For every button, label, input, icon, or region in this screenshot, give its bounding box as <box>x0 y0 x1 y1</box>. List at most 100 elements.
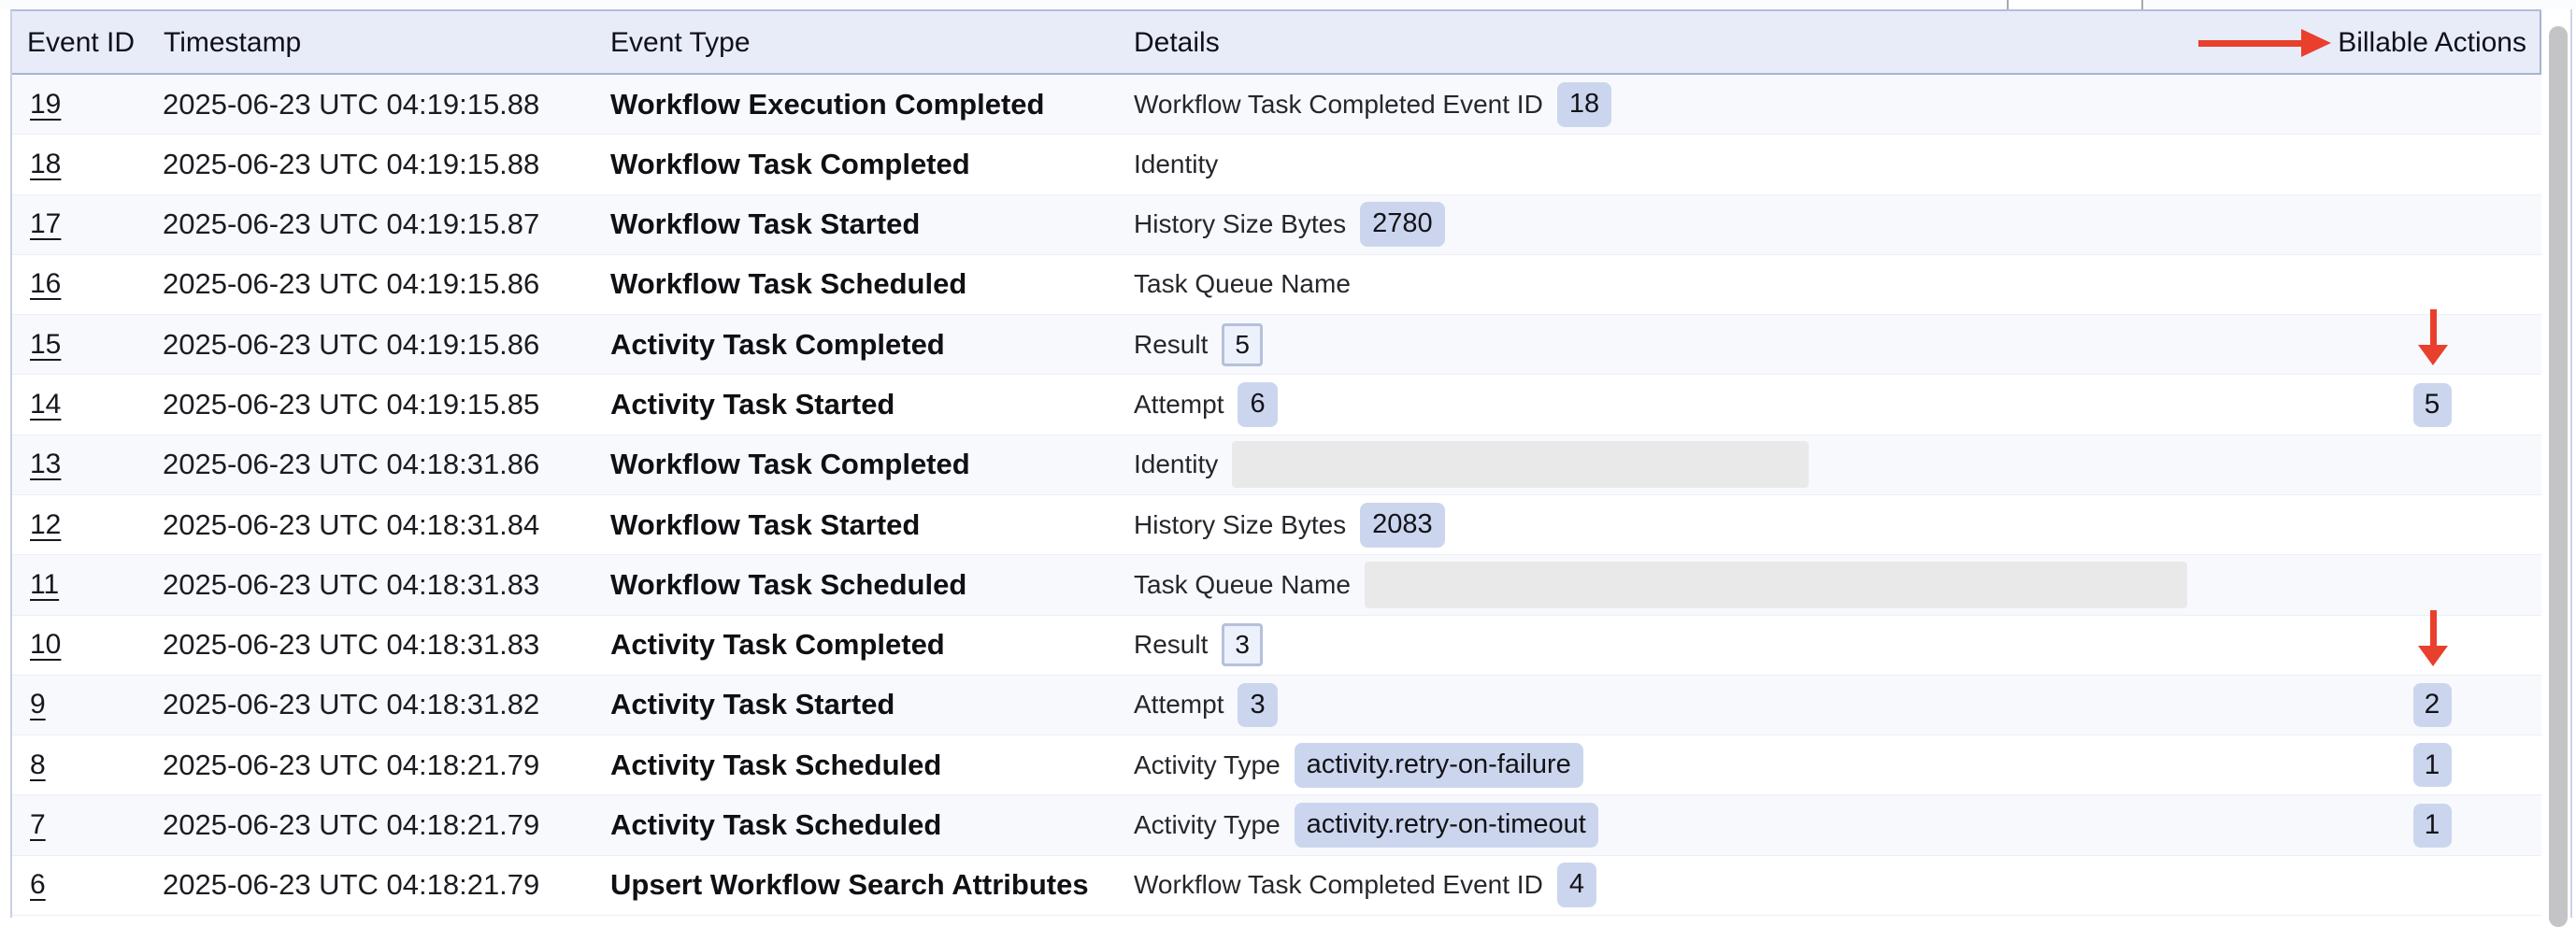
detail-label: Activity Type <box>1134 750 1281 780</box>
table-row[interactable]: 12 2025-06-23 UTC 04:18:31.84 Workflow T… <box>12 495 2541 555</box>
table-row[interactable]: 17 2025-06-23 UTC 04:19:15.87 Workflow T… <box>12 195 2541 255</box>
event-type-text: Activity Task Scheduled <box>610 808 941 842</box>
detail-value-badge: 2780 <box>1360 202 1445 247</box>
event-id-link[interactable]: 9 <box>30 689 46 720</box>
event-id-link[interactable]: 12 <box>30 509 61 541</box>
event-type-text: Workflow Task Started <box>610 508 920 542</box>
timestamp-text: 2025-06-23 UTC 04:19:15.87 <box>163 207 539 241</box>
event-id-link[interactable]: 11 <box>30 569 59 601</box>
detail-label: Attempt <box>1134 690 1224 720</box>
table-row[interactable]: 11 2025-06-23 UTC 04:18:31.83 Workflow T… <box>12 555 2541 615</box>
timestamp-text: 2025-06-23 UTC 04:18:31.83 <box>163 628 539 662</box>
event-id-link[interactable]: 8 <box>30 749 46 781</box>
event-id-link[interactable]: 17 <box>30 208 61 240</box>
event-id-link[interactable]: 15 <box>30 329 61 361</box>
detail-label: Attempt <box>1134 390 1224 420</box>
table-row[interactable]: 9 2025-06-23 UTC 04:18:31.82 Activity Ta… <box>12 676 2541 735</box>
event-history-table: Event ID Timestamp Event Type Details Bi… <box>10 9 2541 918</box>
timestamp-text: 2025-06-23 UTC 04:19:15.88 <box>163 148 539 181</box>
detail-label: Task Queue Name <box>1134 570 1351 600</box>
timestamp-text: 2025-06-23 UTC 04:18:31.86 <box>163 448 539 481</box>
detail-result-badge: 3 <box>1222 623 1263 666</box>
timestamp-text: 2025-06-23 UTC 04:18:31.83 <box>163 568 539 602</box>
column-header-event-id: Event ID <box>27 11 135 75</box>
timestamp-text: 2025-06-23 UTC 04:18:31.84 <box>163 508 539 542</box>
event-id-link[interactable]: 18 <box>30 149 61 180</box>
event-type-text: Workflow Task Scheduled <box>610 267 966 301</box>
table-body: 19 2025-06-23 UTC 04:19:15.88 Workflow E… <box>12 75 2541 916</box>
detail-label: History Size Bytes <box>1134 209 1346 239</box>
detail-label: Result <box>1134 330 1208 360</box>
event-type-text: Workflow Task Scheduled <box>610 568 966 602</box>
event-type-text: Activity Task Scheduled <box>610 749 941 782</box>
event-id-link[interactable]: 10 <box>30 629 61 661</box>
timestamp-text: 2025-06-23 UTC 04:19:15.86 <box>163 328 539 362</box>
detail-result-badge: 5 <box>1222 323 1263 366</box>
event-id-link[interactable]: 6 <box>30 869 46 901</box>
detail-label: Identity <box>1134 449 1218 479</box>
redacted-value-block <box>1365 562 2187 608</box>
event-type-text: Activity Task Started <box>610 388 894 421</box>
event-type-text: Workflow Task Started <box>610 207 920 241</box>
timestamp-text: 2025-06-23 UTC 04:19:15.86 <box>163 267 539 301</box>
timestamp-text: 2025-06-23 UTC 04:18:21.79 <box>163 808 539 842</box>
event-type-text: Activity Task Started <box>610 688 894 721</box>
detail-label: Workflow Task Completed Event ID <box>1134 870 1543 900</box>
timestamp-text: 2025-06-23 UTC 04:18:21.79 <box>163 749 539 782</box>
detail-label: Activity Type <box>1134 810 1281 840</box>
redacted-value-block <box>1232 441 1809 488</box>
detail-label: History Size Bytes <box>1134 510 1346 540</box>
timestamp-text: 2025-06-23 UTC 04:19:15.85 <box>163 388 539 421</box>
page-right-border <box>2570 9 2572 918</box>
cropped-toolbar-segment <box>2007 0 2143 9</box>
timestamp-text: 2025-06-23 UTC 04:18:31.82 <box>163 688 539 721</box>
event-id-link[interactable]: 16 <box>30 268 61 300</box>
table-row[interactable]: 8 2025-06-23 UTC 04:18:21.79 Activity Ta… <box>12 735 2541 795</box>
billable-actions-badge: 2 <box>2413 683 2452 727</box>
detail-value-badge: 3 <box>1238 683 1277 728</box>
detail-label: Result <box>1134 630 1208 660</box>
table-row[interactable]: 7 2025-06-23 UTC 04:18:21.79 Activity Ta… <box>12 795 2541 855</box>
event-type-text: Workflow Execution Completed <box>610 88 1044 121</box>
event-id-link[interactable]: 19 <box>30 89 61 121</box>
table-row[interactable]: 13 2025-06-23 UTC 04:18:31.86 Workflow T… <box>12 435 2541 495</box>
arrow-right-icon <box>2198 29 2335 57</box>
detail-label: Task Queue Name <box>1134 269 1351 299</box>
column-header-timestamp: Timestamp <box>164 11 301 75</box>
event-id-link[interactable]: 7 <box>30 809 46 841</box>
detail-value-badge: activity.retry-on-timeout <box>1295 803 1598 848</box>
timestamp-text: 2025-06-23 UTC 04:19:15.88 <box>163 88 539 121</box>
table-row[interactable]: 6 2025-06-23 UTC 04:18:21.79 Upsert Work… <box>12 856 2541 916</box>
table-row[interactable]: 15 2025-06-23 UTC 04:19:15.86 Activity T… <box>12 315 2541 375</box>
scrollbar-thumb[interactable] <box>2549 26 2568 927</box>
event-id-link[interactable]: 13 <box>30 449 61 480</box>
table-row[interactable]: 18 2025-06-23 UTC 04:19:15.88 Workflow T… <box>12 135 2541 194</box>
scrollbar-track <box>2543 9 2569 918</box>
table-row[interactable]: 10 2025-06-23 UTC 04:18:31.83 Activity T… <box>12 616 2541 676</box>
column-header-details: Details <box>1134 11 1220 75</box>
billable-actions-badge: 1 <box>2413 743 2452 787</box>
detail-label: Identity <box>1134 150 1218 179</box>
column-header-billable-actions: Billable Actions <box>2338 11 2526 75</box>
billable-actions-badge: 1 <box>2413 804 2452 848</box>
event-type-text: Upsert Workflow Search Attributes <box>610 868 1089 902</box>
event-id-link[interactable]: 14 <box>30 389 61 421</box>
detail-value-badge: activity.retry-on-failure <box>1295 743 1583 788</box>
column-header-event-type: Event Type <box>610 11 751 75</box>
event-type-text: Activity Task Completed <box>610 628 945 662</box>
table-row[interactable]: 16 2025-06-23 UTC 04:19:15.86 Workflow T… <box>12 255 2541 315</box>
table-row[interactable]: 14 2025-06-23 UTC 04:19:15.85 Activity T… <box>12 375 2541 435</box>
event-type-text: Activity Task Completed <box>610 328 945 362</box>
timestamp-text: 2025-06-23 UTC 04:18:21.79 <box>163 868 539 902</box>
table-row[interactable]: 19 2025-06-23 UTC 04:19:15.88 Workflow E… <box>12 75 2541 135</box>
detail-value-badge: 18 <box>1557 82 1611 127</box>
detail-label: Workflow Task Completed Event ID <box>1134 90 1543 120</box>
detail-value-badge: 6 <box>1238 382 1277 427</box>
event-type-text: Workflow Task Completed <box>610 448 970 481</box>
detail-value-badge: 2083 <box>1360 503 1445 548</box>
table-header-row: Event ID Timestamp Event Type Details Bi… <box>12 11 2541 75</box>
detail-value-badge: 4 <box>1557 863 1596 907</box>
top-cropped-toolbar <box>0 0 2576 9</box>
event-type-text: Workflow Task Completed <box>610 148 970 181</box>
billable-actions-badge: 5 <box>2413 383 2452 427</box>
